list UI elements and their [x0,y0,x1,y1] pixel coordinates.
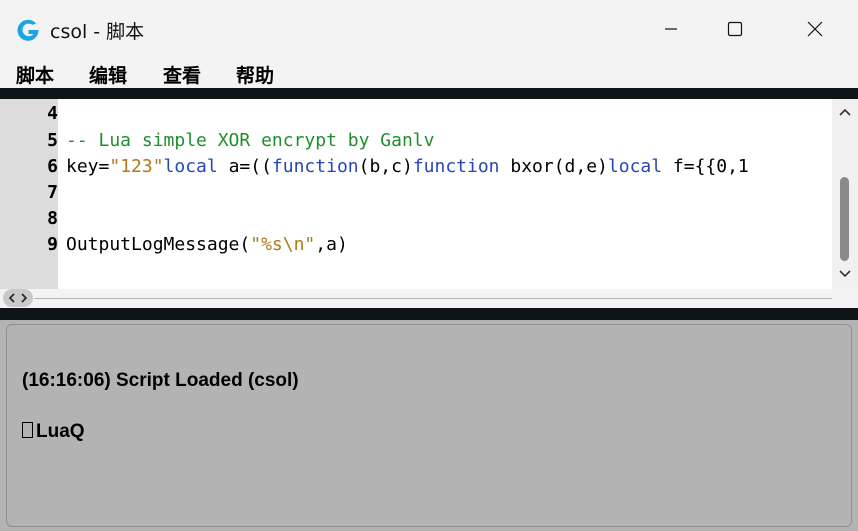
menu-view[interactable]: 查看 [163,61,201,88]
horizontal-scroll-track[interactable] [34,298,832,299]
output-divider [0,308,858,320]
line-number-gutter: 4 5 6 7 8 9 [0,99,58,308]
code-text-area[interactable]: -- Lua simple XOR encrypt by Ganlv key="… [58,99,832,289]
close-button[interactable] [784,0,846,58]
code-token-string: "123" [109,156,164,177]
output-panel: (16:16:06) Script Loaded (csol) LuaQ [0,320,858,531]
line-number: 5 [47,130,58,151]
code-token-plain: f={{0,1 [662,156,749,177]
line-number: 9 [47,234,58,255]
code-token-keyword: local [607,156,663,177]
chevron-down-icon [839,270,851,278]
minimize-button[interactable] [640,0,702,58]
horizontal-scroll-handle[interactable] [3,289,33,307]
unknown-glyph-box-icon [22,422,33,438]
menu-script[interactable]: 脚本 [16,61,54,88]
menu-bar: 脚本 编辑 查看 帮助 [0,58,858,88]
code-token-keyword: function [412,156,500,177]
vertical-scroll-thumb[interactable] [840,177,849,261]
script-editor-window: csol - 脚本 脚本 编辑 查看 帮助 4 5 6 7 8 9 -- Lua… [0,0,858,531]
code-editor[interactable]: 4 5 6 7 8 9 -- Lua simple XOR encrypt by… [0,99,858,308]
output-log-text: LuaQ [36,421,85,442]
code-token-string: "%s\n" [250,234,316,255]
code-token-plain: bxor(d,e) [499,156,608,177]
code-line[interactable]: -- Lua simple XOR encrypt by Ganlv [66,130,434,151]
menu-edit[interactable]: 编辑 [89,61,127,88]
scroll-down-button[interactable] [836,265,854,283]
editor-top-divider [0,88,858,99]
vertical-scrollbar[interactable] [832,99,858,289]
maximize-button[interactable] [704,0,766,58]
code-token-comment: -- Lua simple XOR encrypt by Ganlv [66,130,435,151]
line-number: 4 [47,103,58,124]
chevron-up-icon [839,108,851,116]
left-right-arrows-icon [8,293,28,303]
code-token-plain: (b,c) [358,156,413,177]
output-log-line: LuaQ [22,421,85,443]
logitech-g-logo-icon [17,19,39,41]
code-token-plain: a=(( [217,156,272,177]
code-token-plain: key= [66,156,110,177]
line-number: 8 [47,208,58,229]
output-log-line: (16:16:06) Script Loaded (csol) [22,370,299,392]
line-number: 6 [47,156,58,177]
code-token-plain: ,a) [315,234,348,255]
minimize-icon [665,28,677,30]
maximize-icon [727,21,743,37]
title-bar[interactable]: csol - 脚本 [0,0,858,58]
code-token-plain: OutputLogMessage( [66,234,251,255]
code-line[interactable]: OutputLogMessage("%s\n",a) [66,234,348,255]
line-number: 7 [47,182,58,203]
close-icon [807,21,823,37]
output-log-text: (16:16:06) Script Loaded (csol) [22,370,299,391]
horizontal-scrollbar[interactable] [0,289,858,308]
code-token-keyword: function [271,156,359,177]
window-title: csol - 脚本 [50,21,145,43]
output-log[interactable]: (16:16:06) Script Loaded (csol) LuaQ [6,324,852,527]
code-line[interactable]: key="123"local a=((function(b,c)function… [66,156,749,177]
scroll-up-button[interactable] [836,103,854,121]
menu-help[interactable]: 帮助 [236,61,274,88]
code-token-keyword: local [163,156,218,177]
